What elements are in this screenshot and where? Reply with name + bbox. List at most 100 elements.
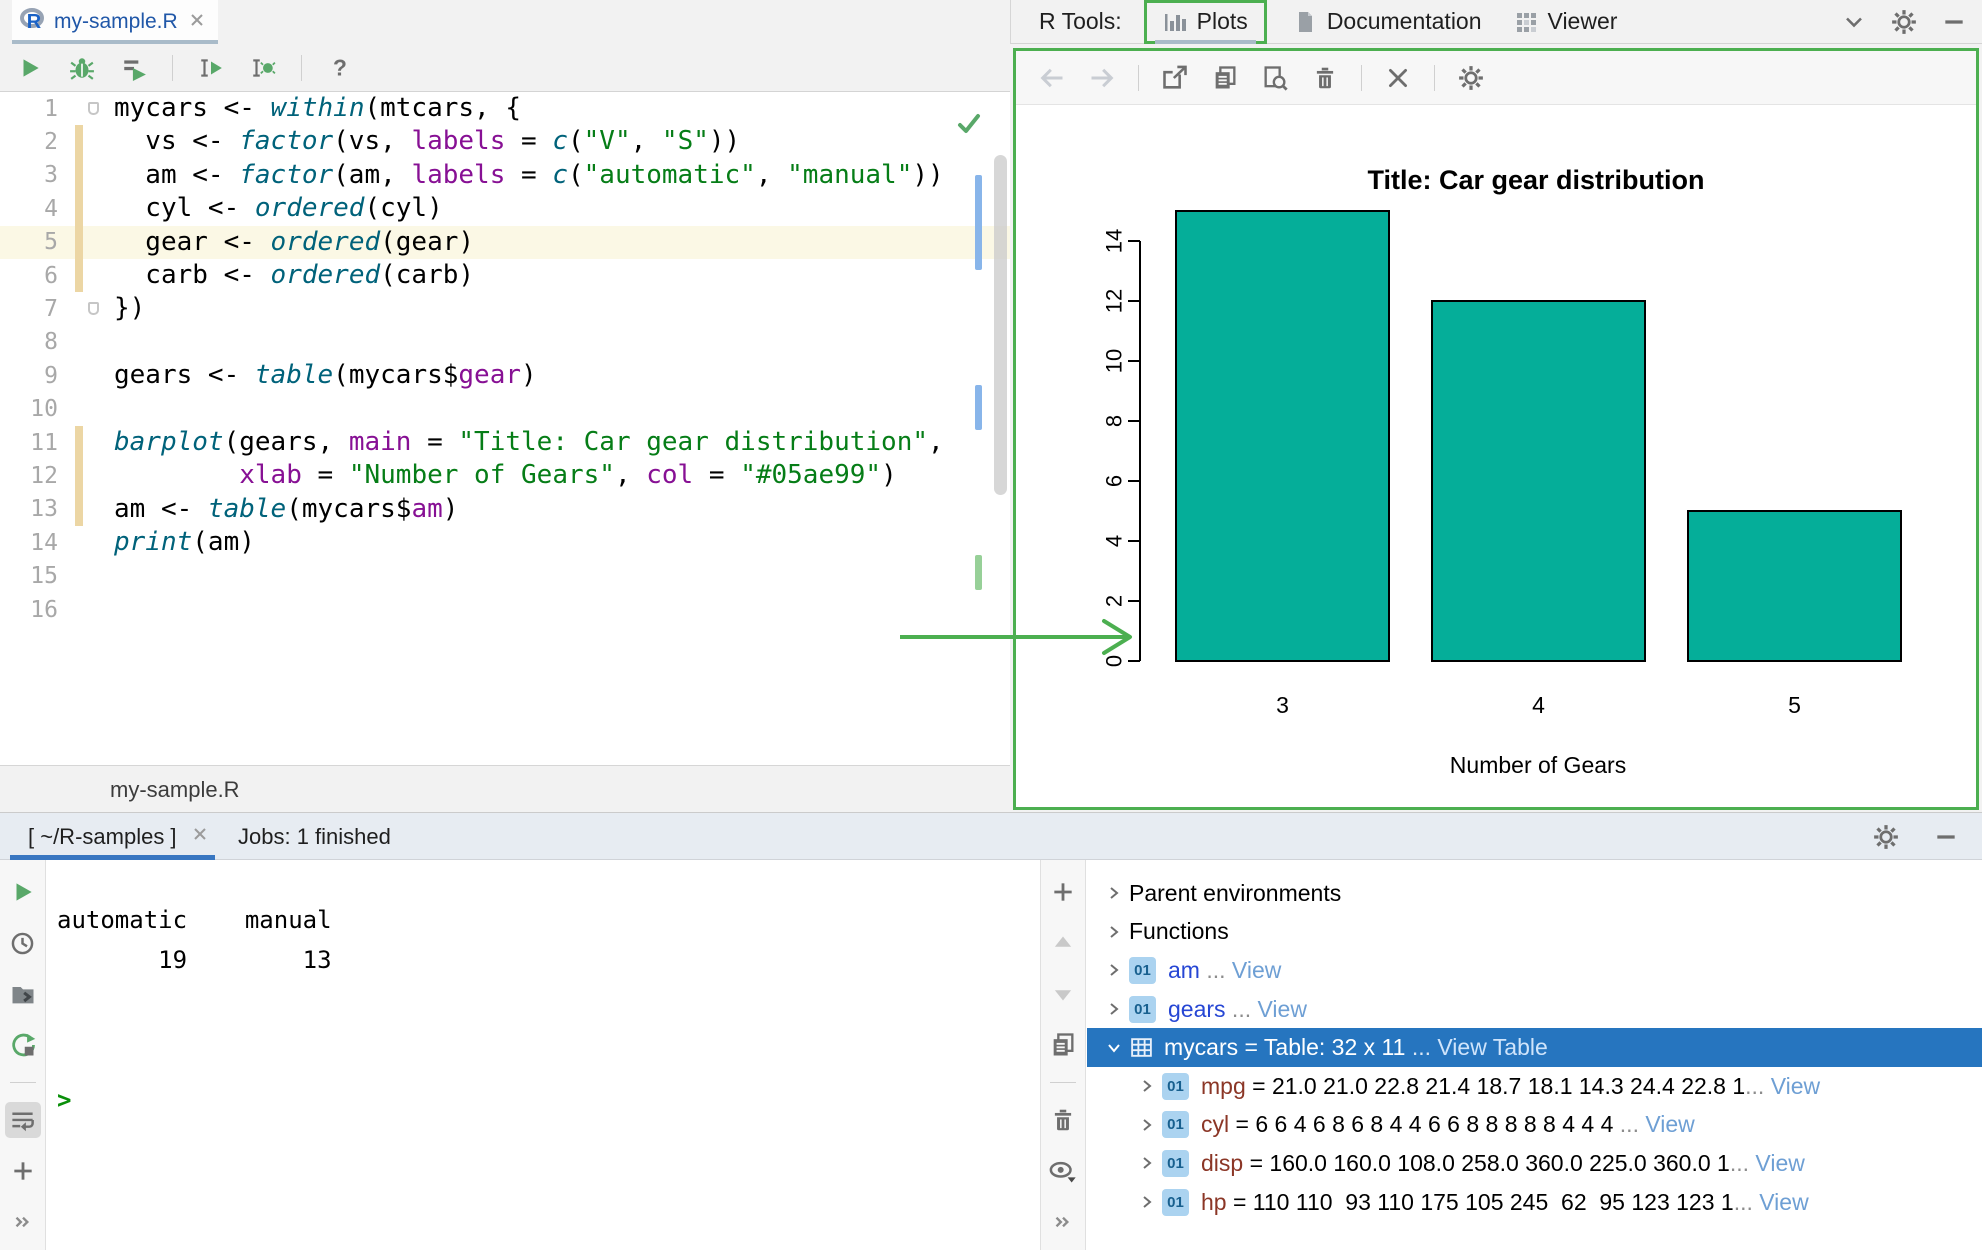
- export-button[interactable]: [1157, 60, 1193, 96]
- code-line-7[interactable]: 7}): [0, 292, 1010, 325]
- rerun-button[interactable]: [5, 1027, 41, 1063]
- minimize-button[interactable]: [1928, 819, 1964, 855]
- chevron-down-icon[interactable]: [1099, 1040, 1129, 1056]
- ide-window: R my-sample.R ? 1mycars <- within(mtcars…: [0, 0, 1982, 1250]
- settings-button[interactable]: [1868, 819, 1904, 855]
- variable-row-1[interactable]: Functions: [1087, 913, 1982, 952]
- console-prompt[interactable]: >: [57, 1086, 71, 1114]
- tab-close-icon[interactable]: [191, 825, 209, 848]
- chevron-right-icon[interactable]: [1099, 924, 1129, 940]
- zoom-preview-button[interactable]: [1257, 60, 1293, 96]
- console-text: automatic manual 19 13: [57, 900, 346, 980]
- breadcrumb-file[interactable]: my-sample.R: [0, 777, 240, 803]
- variable-row-7[interactable]: 01disp = 160.0 160.0 108.0 258.0 360.0 2…: [1087, 1144, 1982, 1183]
- minimize-button[interactable]: [1936, 4, 1972, 40]
- view-link[interactable]: View: [1639, 1111, 1695, 1138]
- help-button[interactable]: ?: [322, 50, 358, 86]
- soft-wrap-button[interactable]: [5, 1102, 41, 1138]
- console-tab[interactable]: [ ~/R-samples ]: [10, 813, 215, 860]
- delete-button[interactable]: [1045, 1102, 1081, 1138]
- inspection-check-icon[interactable]: [956, 112, 982, 141]
- debug-button[interactable]: [64, 50, 100, 86]
- debug-to-cursor-button[interactable]: [245, 50, 281, 86]
- delete-button[interactable]: [1307, 60, 1343, 96]
- more-button[interactable]: [1045, 1204, 1081, 1240]
- chevron-down-button[interactable]: [1836, 4, 1872, 40]
- variable-row-4[interactable]: mycars = Table: 32 x 11 ... View Table: [1087, 1028, 1982, 1067]
- code-line-16[interactable]: 16: [0, 593, 1010, 626]
- view-link[interactable]: View: [1258, 996, 1307, 1023]
- down-button[interactable]: [1045, 976, 1081, 1012]
- breadcrumb[interactable]: my-sample.R: [0, 765, 1010, 813]
- editor-scrollbar[interactable]: [994, 155, 1007, 495]
- rtools-tab-viewer[interactable]: Viewer: [1498, 0, 1634, 44]
- history-button[interactable]: [5, 925, 41, 961]
- view-link[interactable]: View: [1753, 1189, 1809, 1216]
- fold-close-icon[interactable]: [88, 302, 99, 315]
- editor-tab-my-sample[interactable]: R my-sample.R: [12, 0, 218, 44]
- run-selection-button[interactable]: [116, 50, 152, 86]
- code-line-4[interactable]: 4 cyl <- ordered(cyl): [0, 192, 1010, 225]
- chevron-right-icon[interactable]: [1099, 1001, 1129, 1017]
- help-icon: ?: [327, 55, 353, 81]
- code-line-2[interactable]: 2 vs <- factor(vs, labels = c("V", "S")): [0, 125, 1010, 158]
- add-button[interactable]: [1045, 874, 1081, 910]
- copy-button[interactable]: [1207, 60, 1243, 96]
- code-line-10[interactable]: 10: [0, 393, 1010, 426]
- rtools-tab-plots[interactable]: Plots: [1147, 0, 1264, 44]
- chevron-right-icon[interactable]: [1099, 885, 1129, 901]
- back-button[interactable]: [1034, 60, 1070, 96]
- rtools-tab-documentation[interactable]: Documentation: [1277, 0, 1498, 44]
- variable-row-6[interactable]: 01cyl = 6 6 4 6 8 6 8 4 4 6 6 8 8 8 8 8 …: [1087, 1106, 1982, 1145]
- code-line-15[interactable]: 15: [0, 559, 1010, 592]
- chevron-right-icon[interactable]: [1132, 1078, 1162, 1094]
- add-icon: [10, 1158, 36, 1184]
- code-line-6[interactable]: 6 carb <- ordered(carb): [0, 259, 1010, 292]
- svg-text:Title: Car gear distribution: Title: Car gear distribution: [1367, 165, 1704, 195]
- code-line-8[interactable]: 8: [0, 326, 1010, 359]
- chevron-right-icon[interactable]: [1132, 1194, 1162, 1210]
- variable-row-8[interactable]: 01hp = 110 110 93 110 175 105 245 62 95 …: [1087, 1183, 1982, 1222]
- chevron-right-icon[interactable]: [1099, 962, 1129, 978]
- settings-button[interactable]: [1886, 4, 1922, 40]
- code-line-13[interactable]: 13am <- table(mycars$am): [0, 493, 1010, 526]
- view-link[interactable]: View Table: [1437, 1034, 1547, 1061]
- code-line-5[interactable]: 5 gear <- ordered(gear): [0, 226, 1010, 259]
- view-link[interactable]: View: [1764, 1073, 1820, 1100]
- up-button[interactable]: [1045, 925, 1081, 961]
- variable-row-0[interactable]: Parent environments: [1087, 874, 1982, 913]
- working-dir-button[interactable]: [5, 976, 41, 1012]
- chevron-right-icon[interactable]: [1132, 1155, 1162, 1171]
- copy-button[interactable]: [1045, 1027, 1081, 1063]
- variable-row-2[interactable]: 01am ... View: [1087, 951, 1982, 990]
- code-text: print(am): [86, 526, 255, 559]
- change-marker: [74, 192, 86, 225]
- chevron-right-icon[interactable]: [1132, 1117, 1162, 1133]
- variable-row-5[interactable]: 01mpg = 21.0 21.0 22.8 21.4 18.7 18.1 14…: [1087, 1067, 1982, 1106]
- close-button[interactable]: [1380, 60, 1416, 96]
- code-line-9[interactable]: 9gears <- table(mycars$gear): [0, 359, 1010, 392]
- code-line-1[interactable]: 1mycars <- within(mtcars, {: [0, 92, 1010, 125]
- code-line-14[interactable]: 14print(am): [0, 526, 1010, 559]
- jobs-status[interactable]: Jobs: 1 finished: [238, 813, 391, 860]
- view-link[interactable]: View: [1232, 957, 1281, 984]
- svg-text:4: 4: [1102, 535, 1127, 547]
- more-button[interactable]: [5, 1204, 41, 1240]
- watch-button[interactable]: [1045, 1153, 1081, 1189]
- view-link[interactable]: View: [1749, 1150, 1805, 1177]
- variable-row-3[interactable]: 01gears ... View: [1087, 990, 1982, 1029]
- run-button[interactable]: [12, 50, 48, 86]
- code-line-3[interactable]: 3 am <- factor(am, labels = c("automatic…: [0, 159, 1010, 192]
- tab-close-icon[interactable]: [188, 11, 206, 34]
- settings-button[interactable]: [1453, 60, 1489, 96]
- add-button[interactable]: [5, 1153, 41, 1189]
- code-line-12[interactable]: 12 xlab = "Number of Gears", col = "#05a…: [0, 459, 1010, 492]
- run-button[interactable]: [5, 874, 41, 910]
- console-output[interactable]: automatic manual 19 13 >: [46, 860, 1040, 1250]
- code-editor[interactable]: 1mycars <- within(mtcars, {2 vs <- facto…: [0, 92, 1010, 765]
- code-line-11[interactable]: 11barplot(gears, main = "Title: Car gear…: [0, 426, 1010, 459]
- forward-button[interactable]: [1084, 60, 1120, 96]
- editor-toolbar: ?: [0, 44, 1010, 92]
- fold-open-icon[interactable]: [88, 102, 99, 115]
- run-to-cursor-button[interactable]: [193, 50, 229, 86]
